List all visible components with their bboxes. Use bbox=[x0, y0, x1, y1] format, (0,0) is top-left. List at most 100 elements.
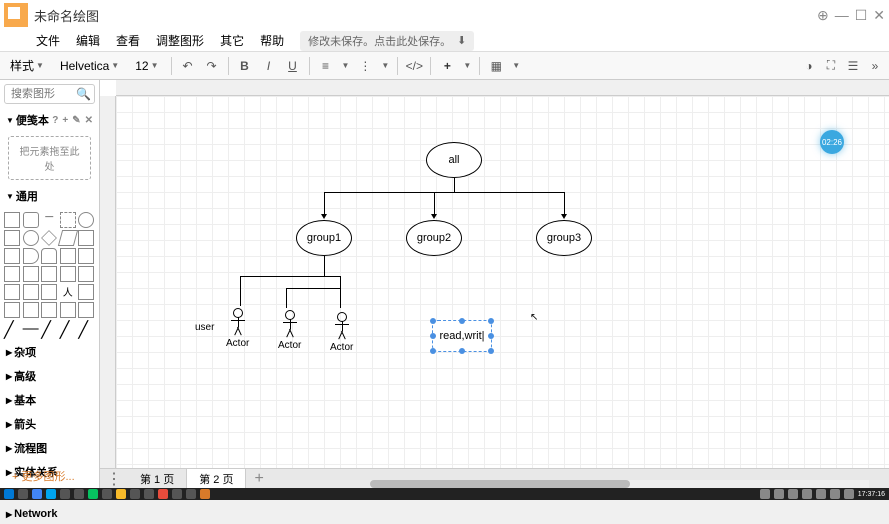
taskbar-icon[interactable] bbox=[158, 489, 168, 499]
tray-icon[interactable] bbox=[802, 489, 812, 499]
shape[interactable] bbox=[4, 230, 20, 246]
shape-roundrect[interactable] bbox=[23, 212, 39, 228]
scratch-close-icon[interactable]: ✕ bbox=[85, 115, 93, 126]
canvas[interactable]: all group1 group2 group3 user Actor bbox=[100, 80, 889, 488]
html-icon[interactable]: </> bbox=[406, 58, 422, 74]
scratch-add-icon[interactable]: + bbox=[62, 115, 68, 126]
taskbar-icon[interactable] bbox=[46, 489, 56, 499]
shape[interactable] bbox=[78, 302, 94, 318]
shape-rect[interactable] bbox=[4, 212, 20, 228]
section-basic[interactable]: ▶基本 bbox=[0, 388, 99, 412]
taskbar-icon[interactable] bbox=[172, 489, 182, 499]
save-notice[interactable]: 修改未保存。点击此处保存。 ⬇ bbox=[300, 31, 474, 51]
section-network[interactable]: ▶Network bbox=[0, 504, 99, 524]
more-shapes[interactable]: + 更多图形... bbox=[4, 464, 83, 488]
taskbar-icon[interactable] bbox=[116, 489, 126, 499]
shape[interactable] bbox=[78, 284, 94, 300]
align-icon[interactable]: ≡ bbox=[318, 58, 334, 74]
menu-help[interactable]: 帮助 bbox=[254, 30, 290, 51]
shape[interactable]: ╱ bbox=[78, 320, 94, 336]
taskbar-icon[interactable] bbox=[74, 489, 84, 499]
shape[interactable] bbox=[58, 230, 78, 246]
scratchpad-header[interactable]: ▼便笺本 ?+✎✕ bbox=[0, 108, 99, 132]
shape[interactable] bbox=[4, 248, 20, 264]
shape[interactable] bbox=[60, 266, 76, 282]
shape[interactable]: ╱ bbox=[4, 320, 20, 336]
tab-menu-icon[interactable]: ⋮ bbox=[100, 469, 128, 489]
download-icon[interactable]: ⬇ bbox=[457, 34, 466, 47]
shape[interactable] bbox=[60, 248, 76, 264]
underline-icon[interactable]: U bbox=[285, 58, 301, 74]
section-arrows[interactable]: ▶箭头 bbox=[0, 412, 99, 436]
tab-page2[interactable]: 第 2 页 bbox=[187, 469, 246, 489]
tray-icon[interactable] bbox=[788, 489, 798, 499]
theme-icon[interactable]: ◑ bbox=[801, 58, 817, 74]
shape[interactable] bbox=[4, 284, 20, 300]
selected-node-text[interactable]: read,writ| bbox=[439, 330, 484, 342]
section-flowchart[interactable]: ▶流程图 bbox=[0, 436, 99, 460]
tab-page1[interactable]: 第 1 页 bbox=[128, 469, 187, 489]
selected-node[interactable]: read,writ| bbox=[432, 320, 492, 352]
minimize-icon[interactable]: — bbox=[835, 7, 849, 23]
search-icon[interactable]: 🔍 bbox=[76, 87, 91, 101]
close-icon[interactable]: ✕ bbox=[873, 7, 885, 24]
shape[interactable] bbox=[78, 266, 94, 282]
scratch-edit-icon[interactable]: ✎ bbox=[72, 115, 80, 126]
redo-icon[interactable]: ↷ bbox=[204, 58, 220, 74]
tray-icon[interactable] bbox=[774, 489, 784, 499]
menu-view[interactable]: 查看 bbox=[110, 30, 146, 51]
menu-extras[interactable]: 其它 bbox=[214, 30, 250, 51]
shape[interactable] bbox=[41, 248, 57, 264]
shape[interactable] bbox=[23, 230, 39, 246]
collapse-icon[interactable]: » bbox=[867, 58, 883, 74]
shape[interactable] bbox=[41, 230, 57, 246]
tray-icon[interactable] bbox=[760, 489, 770, 499]
section-misc[interactable]: ▶杂项 bbox=[0, 340, 99, 364]
taskbar-icon[interactable] bbox=[200, 489, 210, 499]
format-icon[interactable]: ☰ bbox=[845, 58, 861, 74]
section-general[interactable]: ▼通用 bbox=[0, 184, 99, 208]
shape[interactable] bbox=[4, 266, 20, 282]
shape[interactable] bbox=[23, 248, 39, 264]
size-dropdown[interactable]: 12▼ bbox=[131, 57, 162, 75]
shape-actor[interactable]: 人 bbox=[60, 284, 76, 300]
shape-ellipse[interactable] bbox=[78, 212, 94, 228]
shape[interactable]: ╱ bbox=[60, 320, 76, 336]
tray-icon[interactable] bbox=[830, 489, 840, 499]
shape[interactable] bbox=[41, 266, 57, 282]
scratch-help-icon[interactable]: ? bbox=[52, 115, 58, 126]
taskbar-icon[interactable] bbox=[60, 489, 70, 499]
shape-text[interactable]: — bbox=[41, 212, 57, 228]
italic-icon[interactable]: I bbox=[261, 58, 277, 74]
shape[interactable] bbox=[23, 302, 39, 318]
node-all[interactable]: all bbox=[426, 142, 482, 178]
shape[interactable] bbox=[60, 302, 76, 318]
table-icon[interactable]: ▦ bbox=[488, 58, 504, 74]
taskbar-icon[interactable] bbox=[102, 489, 112, 499]
add-tab-icon[interactable]: + bbox=[246, 470, 271, 488]
menu-file[interactable]: 文件 bbox=[30, 30, 66, 51]
tray-icon[interactable] bbox=[844, 489, 854, 499]
taskbar-clock[interactable]: 17:37:16 bbox=[858, 491, 885, 498]
menu-arrange[interactable]: 调整图形 bbox=[150, 30, 210, 51]
menu-edit[interactable]: 编辑 bbox=[70, 30, 106, 51]
taskbar-icon[interactable] bbox=[32, 489, 42, 499]
more-icon[interactable]: ⋮ bbox=[357, 58, 373, 74]
shape[interactable] bbox=[78, 248, 94, 264]
taskbar-icon[interactable] bbox=[144, 489, 154, 499]
font-dropdown[interactable]: Helvetica▼ bbox=[56, 57, 123, 75]
shape[interactable]: — bbox=[23, 320, 39, 336]
shape[interactable] bbox=[41, 284, 57, 300]
node-group2[interactable]: group2 bbox=[406, 220, 462, 256]
node-group3[interactable]: group3 bbox=[536, 220, 592, 256]
horizontal-scrollbar[interactable] bbox=[370, 480, 869, 488]
fullscreen-icon[interactable]: ⛶ bbox=[823, 58, 839, 74]
shape[interactable] bbox=[4, 302, 20, 318]
taskbar-icon[interactable] bbox=[130, 489, 140, 499]
taskbar-icon[interactable] bbox=[186, 489, 196, 499]
taskbar-icon[interactable] bbox=[18, 489, 28, 499]
shape[interactable] bbox=[41, 302, 57, 318]
shape[interactable] bbox=[23, 266, 39, 282]
taskbar-start-icon[interactable] bbox=[4, 489, 14, 499]
shape[interactable]: ╱ bbox=[41, 320, 57, 336]
